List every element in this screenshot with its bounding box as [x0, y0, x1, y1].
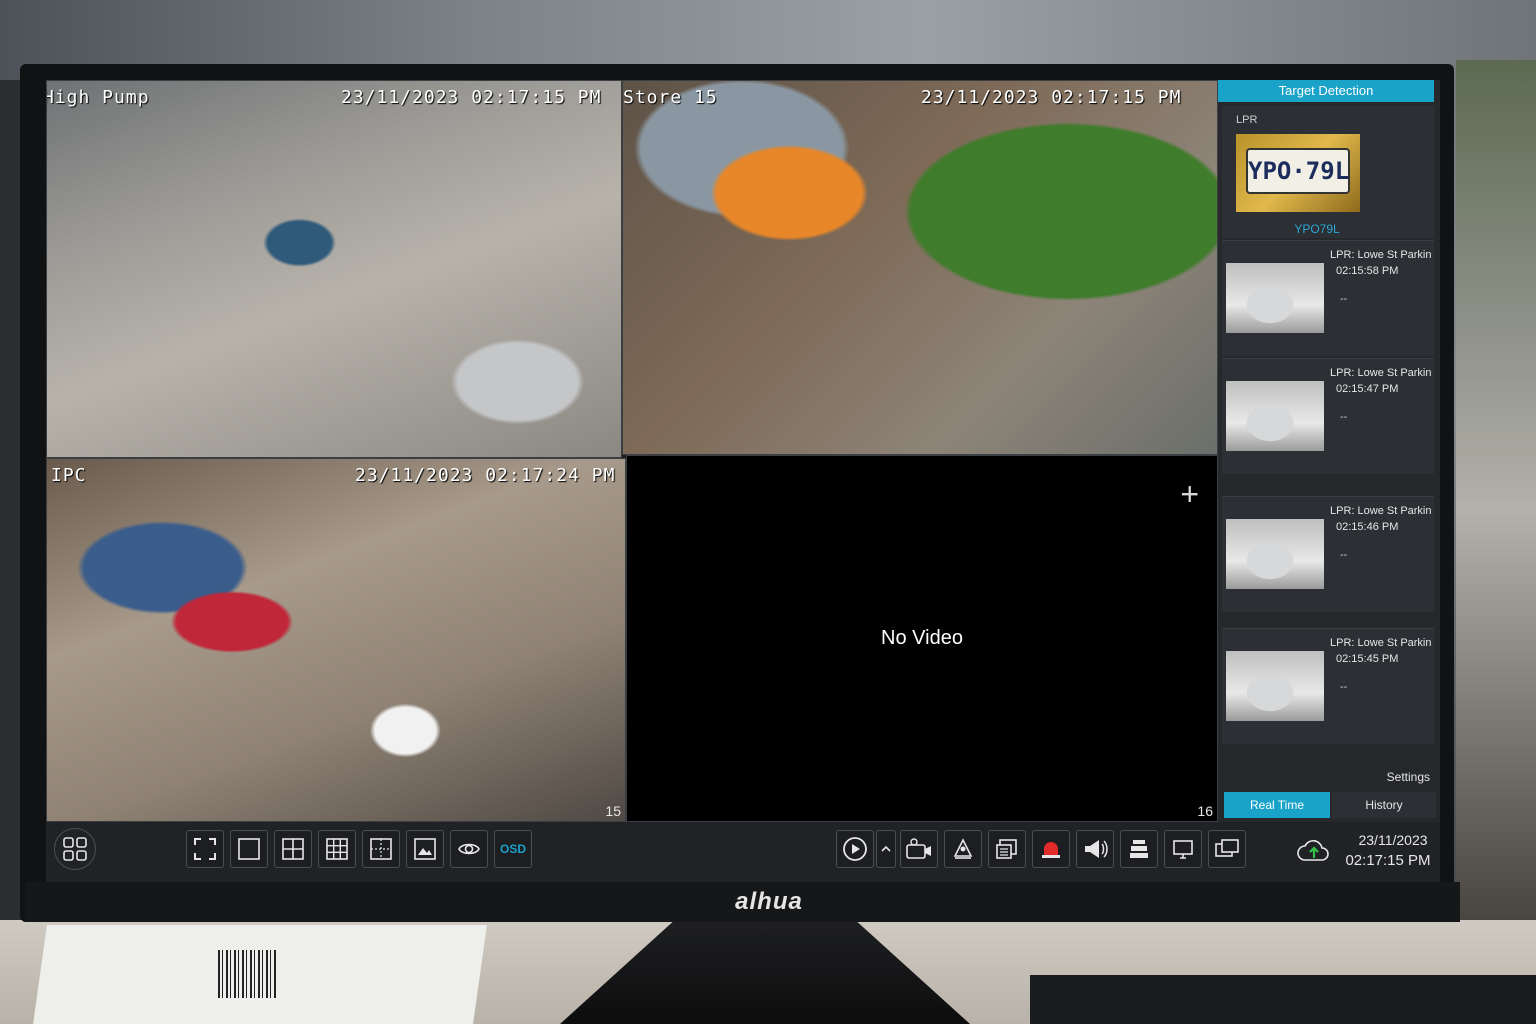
custom-layout-icon — [370, 838, 392, 860]
stack-icon — [1130, 840, 1148, 858]
broadcast-button[interactable] — [1076, 830, 1114, 868]
capture-icon — [906, 838, 931, 859]
cloud-upload-icon — [1297, 840, 1329, 861]
playback-button[interactable] — [836, 830, 874, 868]
event-title: LPR: Lowe St Parkin — [1330, 637, 1432, 649]
channel-number: 16 — [1197, 803, 1213, 819]
event-time: 02:15:46 PM — [1336, 521, 1399, 533]
multi-screen-button[interactable] — [1208, 830, 1246, 868]
osd-button[interactable]: OSD — [494, 830, 532, 868]
detection-event[interactable]: LPR: Lowe St Parkin 02:15:46 PM -- — [1222, 496, 1434, 612]
vehicle-thumbnail — [1226, 381, 1324, 451]
menu-grid-icon — [63, 837, 87, 861]
camera-tile-4[interactable]: No Video + 16 — [626, 455, 1218, 822]
screen-icon — [1173, 840, 1193, 859]
record-icon — [996, 839, 1017, 859]
nvr-screen: High Pump 23/11/2023 02:17:15 PM Store 1… — [46, 80, 1440, 882]
camera-name: High Pump — [46, 87, 150, 108]
panel-title: Target Detection — [1218, 80, 1434, 102]
camera-name: IPC — [51, 465, 87, 486]
camera-timestamp: 23/11/2023 02:17:15 PM — [341, 87, 602, 108]
camera-timestamp: 23/11/2023 02:17:24 PM — [355, 465, 616, 486]
desk-device — [1030, 975, 1536, 1024]
detection-event[interactable]: LPR: Lowe St Parkin 02:15:47 PM -- — [1222, 358, 1434, 474]
record-button[interactable] — [988, 830, 1026, 868]
channel-number: 15 — [605, 803, 621, 819]
siren-button[interactable] — [1032, 830, 1070, 868]
broadcast-icon — [1085, 840, 1108, 858]
cloud-status-button[interactable] — [1296, 836, 1332, 864]
image-adjust-icon — [414, 838, 436, 860]
event-detail: -- — [1340, 411, 1348, 423]
background-right — [1456, 60, 1536, 960]
playback-options-button[interactable] — [876, 830, 896, 868]
screen-button[interactable] — [1164, 830, 1202, 868]
camera-name: Store 15 — [623, 87, 718, 108]
toolbar-date: 23/11/2023 — [1358, 832, 1428, 848]
tab-history[interactable]: History — [1332, 792, 1436, 818]
event-detail: -- — [1340, 681, 1348, 693]
toolbar-time: 02:17:15 PM — [1345, 852, 1431, 869]
vehicle-thumbnail — [1226, 519, 1324, 589]
license-plate-image: YPO·79L — [1236, 134, 1360, 212]
alarm-user-icon — [953, 838, 973, 859]
barcode-image — [218, 950, 276, 998]
lpr-label: LPR — [1236, 114, 1258, 126]
settings-link[interactable]: Settings — [1387, 770, 1430, 784]
siren-icon — [1042, 842, 1060, 858]
background-left — [0, 80, 22, 940]
camera-timestamp: 23/11/2023 02:17:15 PM — [921, 87, 1182, 108]
patrol-icon — [458, 843, 480, 855]
detection-event[interactable]: LPR: Lowe St Parkin 02:15:45 PM -- — [1222, 628, 1434, 744]
event-title: LPR: Lowe St Parkin — [1330, 505, 1432, 517]
target-detection-panel: Target Detection LPR YPO·79L YPO79L LPR:… — [1218, 80, 1440, 822]
layout-9-button[interactable] — [318, 830, 356, 868]
event-time: 02:15:58 PM — [1336, 265, 1399, 277]
patrol-button[interactable] — [450, 830, 488, 868]
fullscreen-icon — [194, 838, 216, 860]
stack-button[interactable] — [1120, 830, 1158, 868]
chevron-up-icon — [881, 845, 891, 852]
event-time: 02:15:45 PM — [1336, 653, 1399, 665]
layout-4-button[interactable] — [274, 830, 312, 868]
custom-layout-button[interactable] — [362, 830, 400, 868]
event-detail: -- — [1340, 293, 1348, 305]
layout-1-icon — [238, 838, 260, 860]
multi-screen-icon — [1215, 839, 1239, 857]
detection-event[interactable]: LPR: Lowe St Parkin 02:15:58 PM -- — [1222, 240, 1434, 356]
lpr-snapshot[interactable]: LPR YPO·79L YPO79L — [1222, 106, 1434, 238]
event-title: LPR: Lowe St Parkin — [1330, 249, 1432, 261]
start-menu-button[interactable] — [54, 828, 96, 870]
layout-9-icon — [326, 838, 348, 860]
capture-button[interactable] — [900, 830, 938, 868]
vehicle-thumbnail — [1226, 263, 1324, 333]
add-camera-icon[interactable]: + — [1180, 478, 1199, 510]
alarm-user-button[interactable] — [944, 830, 982, 868]
camera-tile-2[interactable]: Store 15 23/11/2023 02:17:15 PM — [622, 80, 1218, 455]
camera-tile-1[interactable]: High Pump 23/11/2023 02:17:15 PM — [46, 80, 622, 458]
bottom-toolbar: OSD 23/11/2023 02:17:15 PM — [46, 822, 1440, 882]
fullscreen-button[interactable] — [186, 830, 224, 868]
camera-tile-3[interactable]: IPC 23/11/2023 02:17:24 PM 15 — [46, 458, 626, 822]
tab-real-time[interactable]: Real Time — [1224, 792, 1330, 818]
event-detail: -- — [1340, 549, 1348, 561]
vehicle-thumbnail — [1226, 651, 1324, 721]
event-title: LPR: Lowe St Parkin — [1330, 367, 1432, 379]
event-time: 02:15:47 PM — [1336, 383, 1399, 395]
plate-number: YPO79L — [1294, 222, 1340, 236]
no-video-label: No Video — [881, 627, 963, 649]
layout-4-icon — [282, 838, 304, 860]
plate-image-text: YPO·79L — [1246, 148, 1350, 194]
image-adjust-button[interactable] — [406, 830, 444, 868]
layout-1-button[interactable] — [230, 830, 268, 868]
play-icon — [843, 837, 867, 861]
monitor-brand-logo: alhua — [735, 888, 803, 915]
